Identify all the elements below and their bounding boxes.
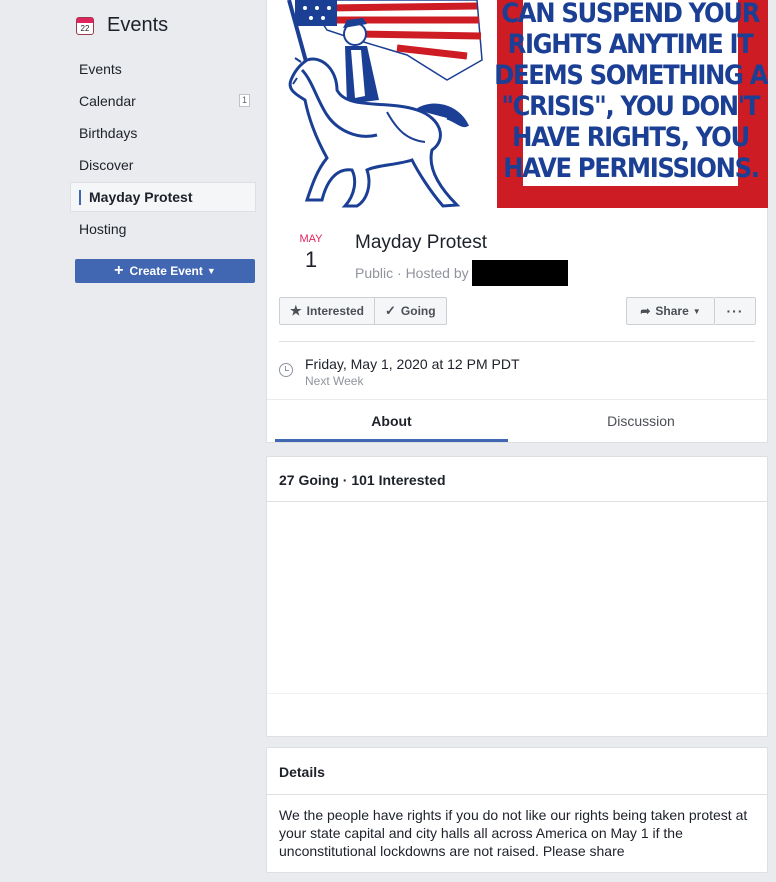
tab-discussion[interactable]: Discussion [512,400,770,442]
sidebar-nav: Events Calendar 1 Birthdays Discover May… [70,54,256,246]
cover-photo[interactable]: CAN SUSPEND YOUR RIGHTS ANYTIME IT DEEMS… [267,0,768,208]
cover-text-line: DEEMS SOMETHING A [493,60,768,91]
event-day: 1 [304,247,318,272]
calendar-icon: 22 [76,16,94,35]
patriot-rider-illustration [287,0,483,208]
interested-button[interactable]: ★ Interested [280,298,374,324]
create-event-button[interactable]: + Create Event ▼ [75,259,255,283]
sidebar-item-discover[interactable]: Discover [70,150,256,180]
share-button[interactable]: ➦ Share ▼ [626,297,715,325]
details-description: We the people have rights if you do not … [279,807,748,859]
sidebar-item-hosting[interactable]: Hosting [70,214,256,244]
going-label: Going [400,304,436,318]
divider [267,693,767,694]
checkmark-icon: ✓ [385,303,396,318]
event-month: MAY [299,233,323,245]
details-heading: Details [279,764,325,780]
plus-icon: + [114,262,124,279]
calendar-icon-number: 22 [80,23,90,33]
divider [267,501,767,502]
sidebar-item-birthdays[interactable]: Birthdays [70,118,256,148]
calendar-count-badge: 1 [238,94,250,107]
event-time[interactable]: Friday, May 1, 2020 at 12 PM PDT [305,356,520,372]
event-title: Mayday Protest [355,232,487,253]
cover-text-line: RIGHTS ANYTIME IT [508,29,754,60]
going-button[interactable]: ✓ Going [374,298,446,324]
details-card: Details We the people have rights if you… [266,747,768,873]
interested-label: Interested [306,304,365,318]
ellipsis-icon: ··· [726,303,744,319]
divider [267,794,767,795]
attendance-summary[interactable]: 27 Going · 101 Interested [279,472,446,488]
tab-about[interactable]: About [275,400,508,442]
event-subtitle: Public · Hosted by [355,260,568,286]
cover-text-line: CAN SUSPEND YOUR [501,0,761,29]
event-card: CAN SUSPEND YOUR RIGHTS ANYTIME IT DEEMS… [266,0,768,443]
cover-text-line: HAVE PERMISSIONS. [502,153,760,184]
redacted-host-name [471,260,568,286]
share-arrow-icon: ➦ [640,304,651,318]
event-date-block: MAY 1 [281,233,341,273]
sidebar-item-label: Discover [79,157,134,173]
sidebar-title: Events [107,14,169,36]
sidebar-item-label: Birthdays [79,125,138,141]
cover-text-line: "CRISIS", YOU DON'T [501,91,761,122]
attendance-card: 27 Going · 101 Interested [266,456,768,737]
divider [279,341,755,342]
star-icon: ★ [290,303,302,318]
sidebar-item-events[interactable]: Events [70,54,256,84]
more-options-button[interactable]: ··· [715,297,756,325]
cover-text-panel: CAN SUSPEND YOUR RIGHTS ANYTIME IT DEEMS… [494,0,768,186]
caret-down-icon: ▼ [206,266,216,276]
clock-icon [279,363,293,377]
sidebar-item-label: Mayday Protest [89,189,193,205]
create-event-label: Create Event [129,264,203,278]
sidebar-item-label: Events [79,61,122,77]
rsvp-button-group: ★ Interested ✓ Going [279,297,447,325]
sidebar-item-label: Hosting [79,221,127,237]
caret-down-icon: ▼ [692,306,701,316]
cover-text-line: HAVE RIGHTS, YOU [512,122,750,153]
share-label: Share [655,304,689,318]
sidebar-item-calendar[interactable]: Calendar 1 [70,86,256,116]
event-time-relative: Next Week [305,374,364,388]
sidebar-header[interactable]: 22 Events [76,14,168,37]
sidebar-item-mayday-protest[interactable]: Mayday Protest [70,182,256,212]
event-visibility-host: Public · Hosted by [355,265,469,281]
sidebar-item-label: Calendar [79,93,136,109]
